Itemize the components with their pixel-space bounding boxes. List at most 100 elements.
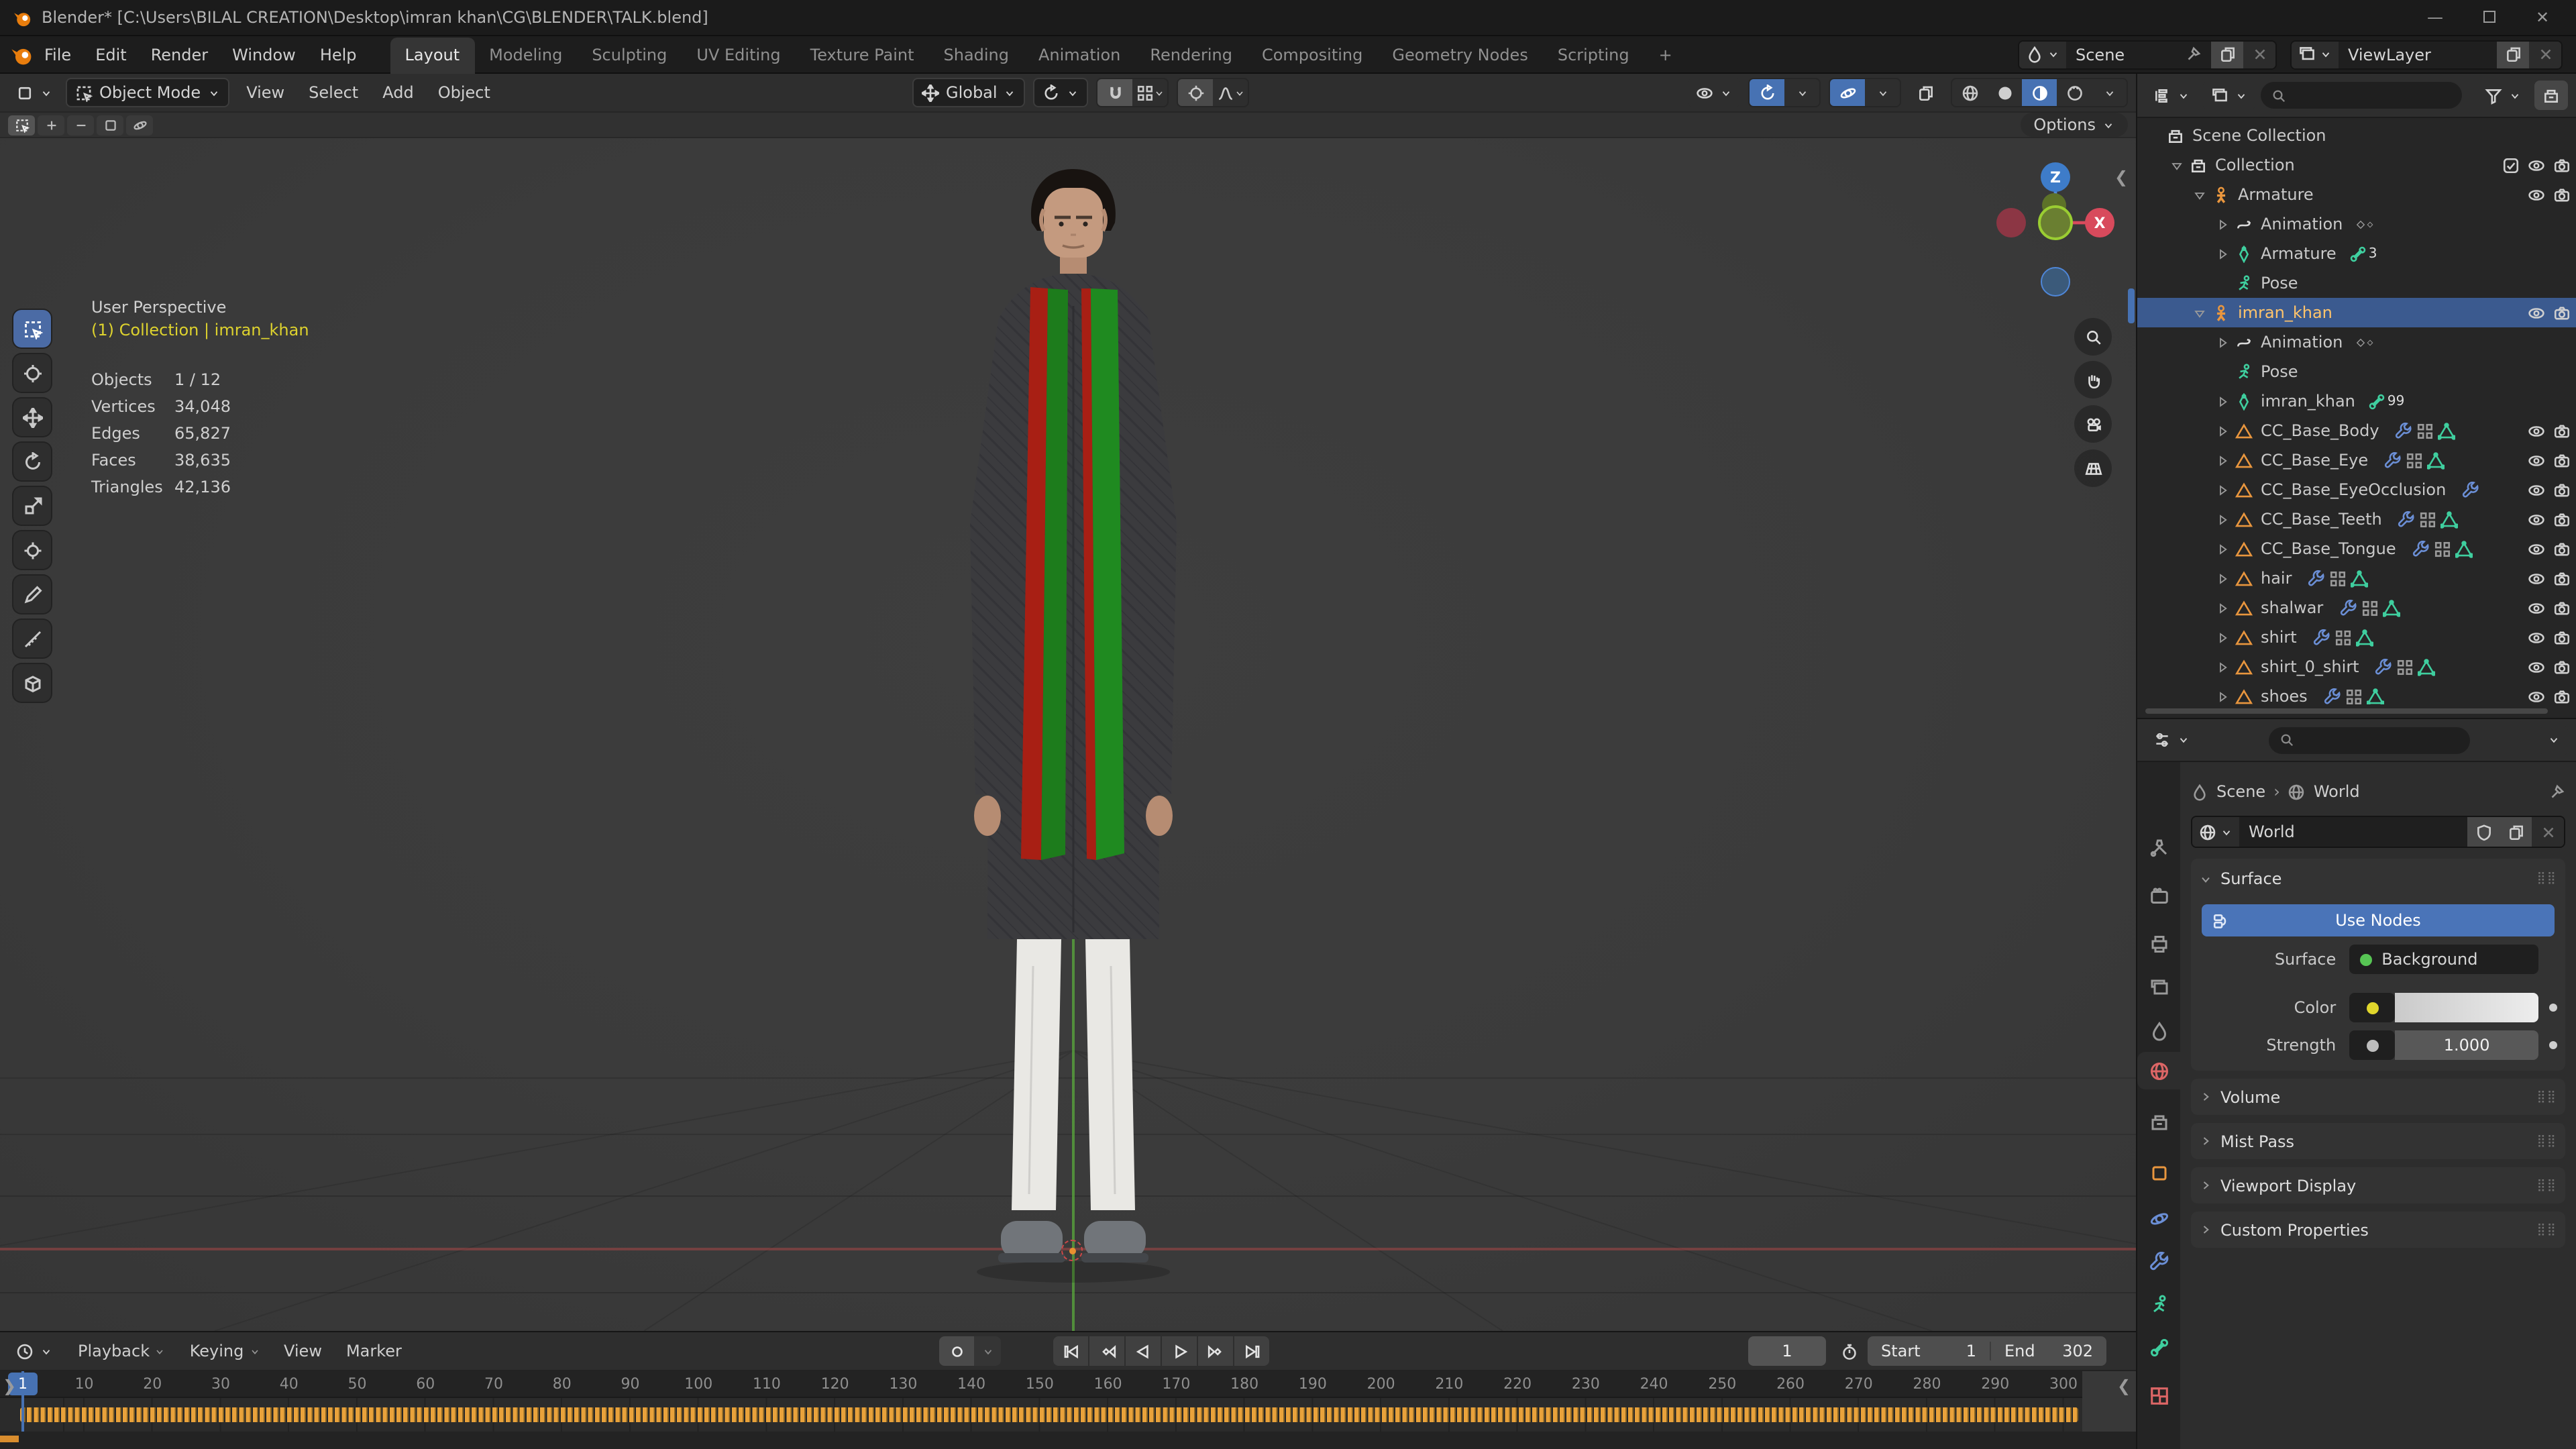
tool-select-box-button[interactable] xyxy=(13,310,51,347)
eye-toggle-icon[interactable] xyxy=(2528,598,2545,617)
panel-volume[interactable]: Volume ⣿⣿ xyxy=(2191,1079,2565,1115)
scene-name-field[interactable]: Scene xyxy=(2066,41,2211,68)
workspace-tab-uv-editing[interactable]: UV Editing xyxy=(682,37,795,73)
tool-annotate-button[interactable] xyxy=(13,576,51,613)
use-preview-range-button[interactable] xyxy=(1833,1336,1866,1366)
color-input-icon[interactable] xyxy=(2349,993,2396,1022)
disclosure-icon[interactable] xyxy=(2214,454,2230,466)
timeline-collapse-arrow[interactable]: ❮ xyxy=(2117,1377,2131,1395)
new-collection-button[interactable] xyxy=(2534,80,2568,110)
surface-panel-title[interactable]: Surface xyxy=(2220,869,2282,888)
workspace-tab-texture-paint[interactable]: Texture Paint xyxy=(796,37,929,73)
frame-end-field[interactable]: End 302 xyxy=(1991,1342,2106,1360)
timeline-ruler[interactable]: 10 20 30 40 50 60 70 80 90 100 110 120 130 140 150 160 1… xyxy=(0,1371,2136,1398)
world-copy-button[interactable] xyxy=(2500,817,2532,847)
outliner-row-armature[interactable]: Armature 3 xyxy=(2137,239,2576,268)
camera-toggle-icon[interactable] xyxy=(2553,303,2571,322)
strength-input-icon[interactable] xyxy=(2349,1030,2396,1060)
outliner-row-armature[interactable]: Armature xyxy=(2137,180,2576,209)
panel-drag-handle[interactable]: ⣿⣿ xyxy=(2537,872,2557,885)
panel-expand-icon[interactable] xyxy=(2199,870,2212,888)
eye-toggle-icon[interactable] xyxy=(2528,451,2545,470)
gizmo-z-axis[interactable]: Z xyxy=(2041,162,2070,192)
camera-toggle-icon[interactable] xyxy=(2553,598,2571,617)
menu-render[interactable]: Render xyxy=(139,38,220,70)
camera-view-button[interactable] xyxy=(2074,405,2112,443)
outliner-search-input[interactable] xyxy=(2261,82,2462,109)
select-mode-set-button[interactable] xyxy=(8,115,35,135)
disclosure-icon[interactable] xyxy=(2214,248,2230,260)
transform-orientation-dropdown[interactable]: Global xyxy=(912,78,1026,107)
outliner-filter-dropdown[interactable] xyxy=(2477,80,2529,110)
disclosure-icon[interactable] xyxy=(2168,159,2184,171)
properties-options-dropdown[interactable] xyxy=(2540,725,2568,755)
outliner-scrollbar-thumb[interactable] xyxy=(2128,288,2135,323)
previous-keyframe-button[interactable] xyxy=(1089,1336,1124,1366)
editor-type-button[interactable] xyxy=(8,78,60,107)
tool-cursor-button[interactable] xyxy=(13,354,51,392)
properties-tab-constraints[interactable] xyxy=(2137,1242,2180,1280)
view-layer-new-button[interactable] xyxy=(2497,41,2529,68)
disclosure-icon[interactable] xyxy=(2214,395,2230,407)
timeline-menu-playback[interactable]: Playback xyxy=(66,1335,178,1367)
tool-measure-button[interactable] xyxy=(13,620,51,657)
surface-shader-field[interactable]: Background xyxy=(2349,945,2538,974)
camera-toggle-icon[interactable] xyxy=(2553,539,2571,558)
outliner-editor-type-button[interactable] xyxy=(2145,80,2198,110)
camera-toggle-icon[interactable] xyxy=(2553,185,2571,204)
workspace-tab-layout[interactable]: Layout xyxy=(390,37,475,73)
jump-to-start-button[interactable] xyxy=(1053,1336,1088,1366)
select-mode-subtract-button[interactable] xyxy=(67,115,94,135)
outliner-row-pose[interactable]: Pose xyxy=(2137,268,2576,298)
eye-toggle-icon[interactable] xyxy=(2528,156,2545,174)
disclosure-icon[interactable] xyxy=(2191,189,2207,201)
properties-tab-output[interactable] xyxy=(2137,924,2180,962)
use-nodes-button[interactable]: Use Nodes xyxy=(2202,904,2555,936)
strength-slider[interactable]: 1.000 xyxy=(2395,1030,2538,1060)
outliner-row-imran-khan[interactable]: imran_khan 99 xyxy=(2137,386,2576,416)
pan-hand-button[interactable] xyxy=(2074,361,2112,398)
outliner-row-scene-collection[interactable]: Scene Collection xyxy=(2137,121,2576,150)
color-animate-dot[interactable] xyxy=(2549,1004,2557,1012)
world-browse-icon[interactable] xyxy=(2192,817,2239,847)
properties-tab-object[interactable] xyxy=(2137,1154,2180,1191)
outliner-row-collection[interactable]: Collection xyxy=(2137,150,2576,180)
xray-toggle[interactable] xyxy=(1909,78,1943,107)
camera-toggle-icon[interactable] xyxy=(2553,451,2571,470)
close-button[interactable]: ✕ xyxy=(2533,8,2552,27)
next-keyframe-button[interactable] xyxy=(1198,1336,1233,1366)
auto-keying-record-button[interactable] xyxy=(939,1336,974,1366)
tool-rotate-button[interactable] xyxy=(13,443,51,480)
gizmo-x-axis[interactable]: X xyxy=(2085,208,2114,237)
outliner-row-animation[interactable]: Animation xyxy=(2137,209,2576,239)
navigation-gizmo[interactable]: Z X xyxy=(1972,149,2133,487)
pivot-point-dropdown[interactable] xyxy=(1033,78,1089,107)
gizmo-x-neg-axis[interactable] xyxy=(1996,208,2026,237)
disclosure-icon[interactable] xyxy=(2214,218,2230,230)
orthographic-toggle-button[interactable] xyxy=(2074,449,2112,487)
world-unlink-button[interactable] xyxy=(2532,817,2564,847)
mode-dropdown[interactable]: Object Mode xyxy=(66,78,229,107)
outliner-row-cc-base-body[interactable]: CC_Base_Body xyxy=(2137,416,2576,445)
strength-animate-dot[interactable] xyxy=(2549,1041,2557,1049)
outliner-row-cc-base-eyeocclusion[interactable]: CC_Base_EyeOcclusion xyxy=(2137,475,2576,504)
disclosure-icon[interactable] xyxy=(2214,336,2230,348)
camera-toggle-icon[interactable] xyxy=(2553,156,2571,174)
fake-user-shield-button[interactable] xyxy=(2467,817,2500,847)
timeline-menu-keying[interactable]: Keying xyxy=(178,1335,272,1367)
select-mode-invert-button[interactable] xyxy=(97,115,123,135)
outliner-row-cc-base-teeth[interactable]: CC_Base_Teeth xyxy=(2137,504,2576,534)
camera-toggle-icon[interactable] xyxy=(2553,480,2571,499)
color-swatch[interactable] xyxy=(2395,993,2538,1022)
frame-start-field[interactable]: Start 1 xyxy=(1868,1342,1991,1360)
current-frame-field[interactable]: 1 xyxy=(1748,1336,1826,1366)
eye-toggle-icon[interactable] xyxy=(2528,628,2545,647)
shading-solid-button[interactable] xyxy=(1987,79,2022,106)
outliner-row-cc-base-tongue[interactable]: CC_Base_Tongue xyxy=(2137,534,2576,564)
timeline-menu-marker[interactable]: Marker xyxy=(334,1335,414,1367)
camera-toggle-icon[interactable] xyxy=(2553,687,2571,704)
outliner-row-shoes[interactable]: shoes xyxy=(2137,682,2576,704)
timeline-editor-type-button[interactable] xyxy=(8,1336,60,1366)
outliner-row-animation[interactable]: Animation xyxy=(2137,327,2576,357)
disclosure-icon[interactable] xyxy=(2214,661,2230,673)
